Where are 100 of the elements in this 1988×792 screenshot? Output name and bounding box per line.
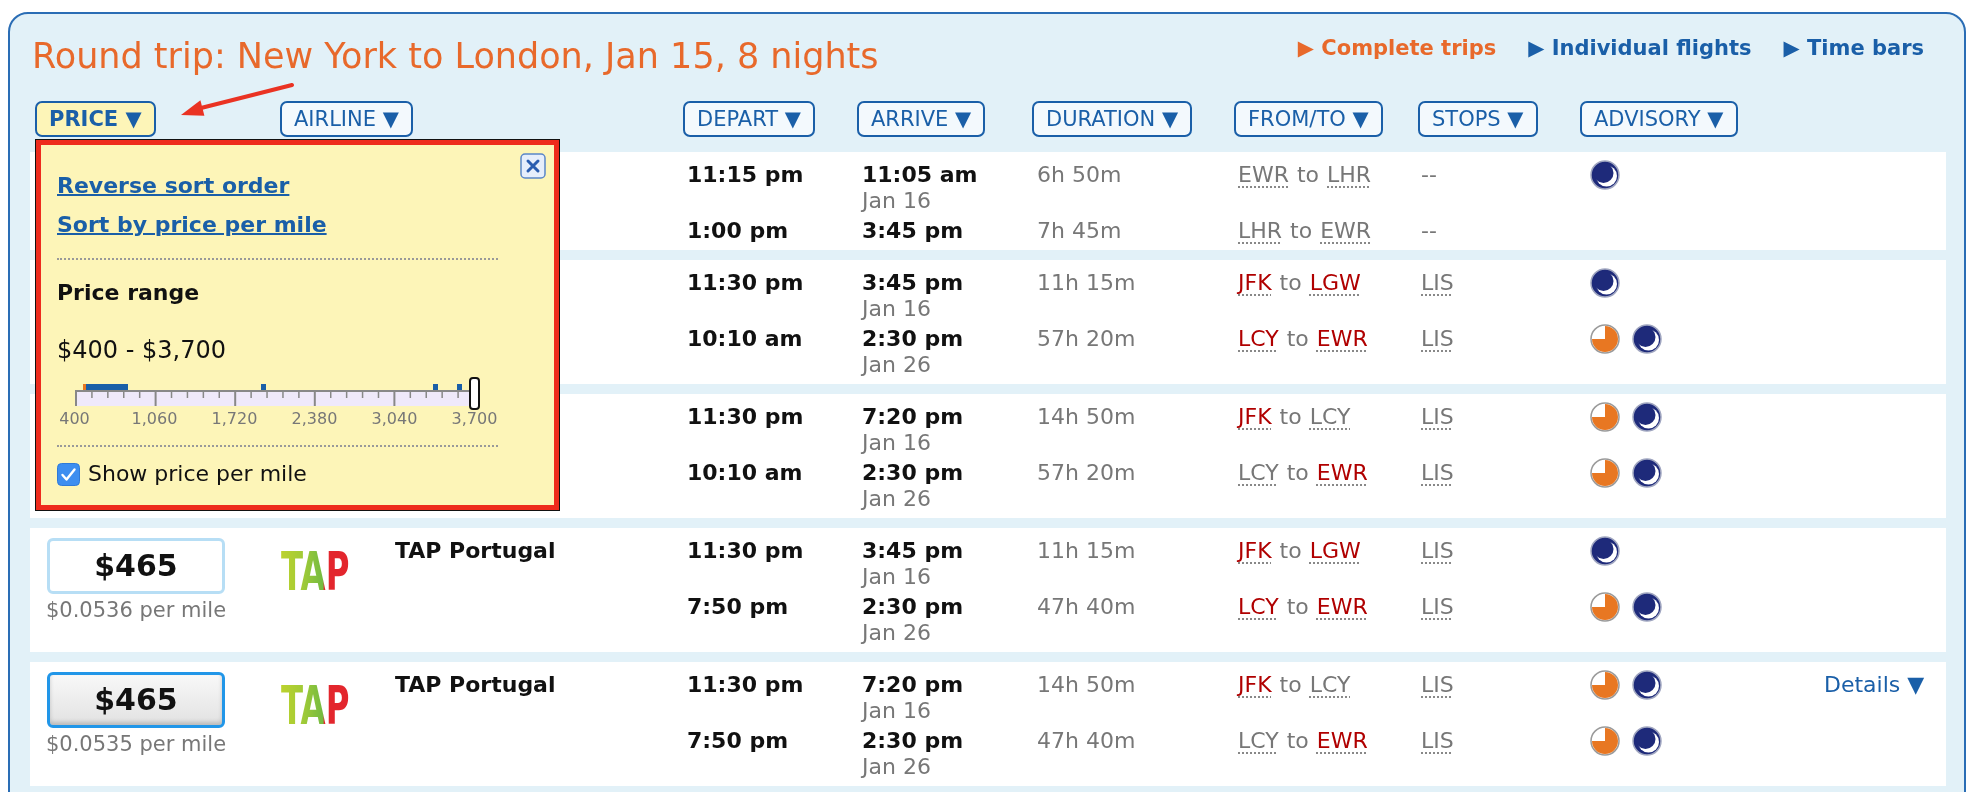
sort-button[interactable]: ARRIVE ▼ [857,101,986,137]
airport-code: LIS [1421,672,1454,698]
no-stops-text: -- [1421,162,1437,188]
arrive-date: Jan 16 [862,188,931,214]
sort-option-link[interactable]: Sort by price per mile [57,210,327,240]
flight-duration: 47h 40m [1037,594,1136,620]
moon-icon [1632,670,1662,700]
moon-icon [1632,592,1662,622]
histogram-bar [260,384,266,390]
pie-icon [1590,324,1620,354]
depart-time: 11:30 pm [687,538,804,564]
arrive-date: Jan 16 [862,698,931,724]
view-tab[interactable]: ▶ Time bars [1783,34,1924,62]
show-price-per-mile-checkbox[interactable] [57,462,80,486]
to-label: to [1279,672,1302,698]
sort-button[interactable]: STOPS ▼ [1418,101,1538,137]
moon-icon [1632,458,1662,488]
airport-code: EWR [1238,162,1289,188]
arrive-time: 11:05 am [862,162,978,188]
histogram-bar [456,384,462,390]
airport-code: EWR [1316,728,1368,754]
arrive-date: Jan 26 [862,486,931,512]
slider-tick-label: 3,700 [451,410,498,428]
moon-icon [1590,160,1620,190]
slider-tick-label: 1,060 [131,410,178,428]
flight-duration: 14h 50m [1037,404,1136,430]
airport-code: EWR [1316,460,1368,486]
sort-button[interactable]: DURATION ▼ [1032,101,1193,137]
airline-name: TAP Portugal [395,672,556,698]
to-label: to [1286,326,1309,352]
flight-duration: 57h 20m [1037,326,1136,352]
airport-code: LIS [1421,728,1454,754]
flight-duration: 47h 40m [1037,728,1136,754]
depart-time: 11:30 pm [687,404,804,430]
airline-name: TAP Portugal [395,538,556,564]
airport-code: JFK [1238,672,1272,698]
airport-code: LGW [1309,270,1361,296]
airport-code: LIS [1421,326,1454,352]
details-link[interactable]: Details ▼ [1824,672,1925,698]
depart-time: 10:10 am [687,326,803,352]
airport-code: LCY [1238,326,1279,352]
airport-code: LCY [1238,460,1279,486]
depart-time: 7:50 pm [687,728,789,754]
airport-code: EWR [1316,594,1368,620]
arrive-time: 3:45 pm [862,218,964,244]
to-label: to [1279,270,1302,296]
to-label: to [1279,404,1302,430]
price-range-text: $400 - $3,700 [57,335,226,365]
arrive-date: Jan 26 [862,352,931,378]
moon-icon [1632,402,1662,432]
checkbox-label: Show price per mile [88,461,307,487]
pie-icon [1590,402,1620,432]
airport-code: LCY [1309,672,1351,698]
sort-button[interactable]: DEPART ▼ [683,101,815,137]
airport-code: EWR [1320,218,1372,244]
airport-code: LIS [1421,538,1454,564]
arrive-time: 7:20 pm [862,404,964,430]
airport-code: JFK [1238,404,1272,430]
to-label: to [1290,218,1313,244]
airport-code: LHR [1327,162,1372,188]
airport-code: LGW [1309,538,1361,564]
flight-duration: 57h 20m [1037,460,1136,486]
slider-handle[interactable] [469,377,480,410]
airport-code: LCY [1238,594,1279,620]
airport-code: LIS [1421,270,1454,296]
fare-amount-button[interactable]: $465 [47,538,225,594]
price-per-mile: $0.0535 per mile [45,731,227,757]
to-label: to [1286,594,1309,620]
arrive-date: Jan 26 [862,620,931,646]
flight-duration: 11h 15m [1037,538,1136,564]
sort-option-link[interactable]: Reverse sort order [57,171,290,201]
depart-time: 11:30 pm [687,672,804,698]
arrive-time: 3:45 pm [862,270,964,296]
arrive-date: Jan 26 [862,754,931,780]
airport-code: LIS [1421,594,1454,620]
flight-duration: 14h 50m [1037,672,1136,698]
sort-button[interactable]: PRICE ▼ [35,101,156,137]
arrive-date: Jan 16 [862,564,931,590]
airport-code: LHR [1238,218,1283,244]
slider-tick-label: 1,720 [211,410,258,428]
flight-duration: 6h 50m [1037,162,1122,188]
slider-tick-label: 3,040 [371,410,418,428]
to-label: to [1286,460,1309,486]
view-tab[interactable]: ▶ Individual flights [1528,34,1752,62]
airport-code: JFK [1238,270,1272,296]
sort-button[interactable]: AIRLINE ▼ [280,101,413,137]
histogram-bar [432,384,438,390]
fare-amount-button[interactable]: $465 [47,672,225,728]
close-icon[interactable] [520,153,546,179]
sort-button[interactable]: ADVISORY ▼ [1580,101,1738,137]
moon-icon [1590,536,1620,566]
sort-button[interactable]: FROM/TO ▼ [1234,101,1383,137]
pie-icon [1590,458,1620,488]
depart-time: 10:10 am [687,460,803,486]
arrive-time: 2:30 pm [862,728,964,754]
moon-icon [1632,324,1662,354]
flight-duration: 11h 15m [1037,270,1136,296]
airport-code: LIS [1421,404,1454,430]
to-label: to [1286,728,1309,754]
to-label: to [1296,162,1320,188]
